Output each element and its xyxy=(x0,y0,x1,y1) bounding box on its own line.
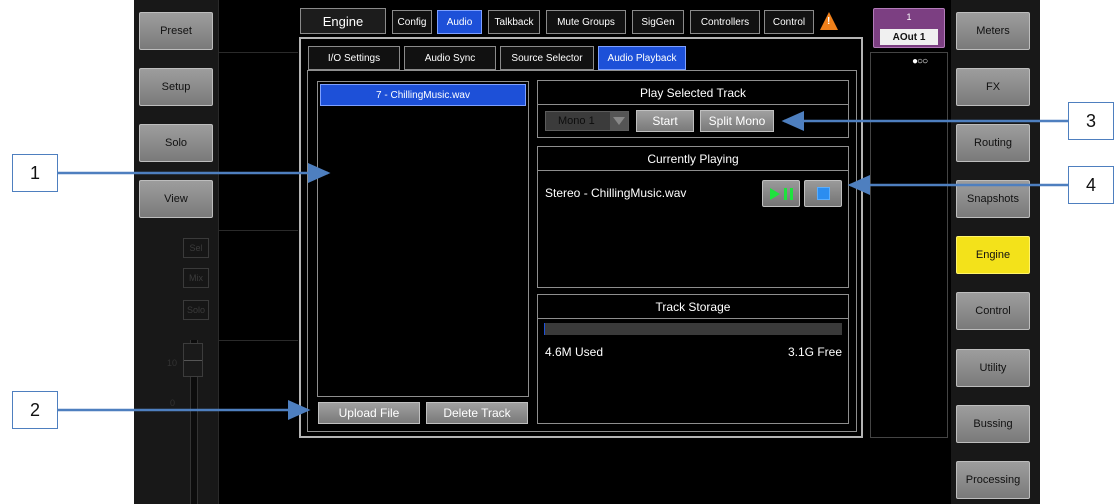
start-button[interactable]: Start xyxy=(636,110,694,132)
solo-button[interactable]: Solo xyxy=(139,124,213,162)
track-storage-heading: Track Storage xyxy=(538,295,848,319)
storage-used-label: 4.6M Used xyxy=(545,345,604,359)
fx-button[interactable]: FX xyxy=(956,68,1030,106)
stop-button[interactable] xyxy=(804,180,842,207)
upload-file-button[interactable]: Upload File xyxy=(318,402,420,424)
callout-label-4: 4 xyxy=(1068,166,1114,204)
strip-solo-button[interactable]: Solo xyxy=(183,300,209,320)
currently-playing-section: Currently Playing xyxy=(537,146,849,288)
callout-label-1: 1 xyxy=(12,154,58,192)
processing-button[interactable]: Processing xyxy=(956,461,1030,499)
split-mono-button[interactable]: Split Mono xyxy=(700,110,774,132)
mode-select[interactable]: Mono 1 xyxy=(545,111,629,131)
stop-icon xyxy=(817,187,830,200)
play-selected-heading: Play Selected Track xyxy=(538,81,848,105)
strip-mix-button[interactable]: Mix xyxy=(183,268,209,288)
strip-sel-button[interactable]: Sel xyxy=(183,238,209,258)
strip-divider xyxy=(218,230,298,231)
fader-scale-label: 0 xyxy=(170,398,176,408)
utility-button[interactable]: Utility xyxy=(956,349,1030,387)
strip-divider xyxy=(218,52,298,53)
tab-controllers[interactable]: Controllers xyxy=(690,10,760,34)
dropdown-arrow-icon[interactable] xyxy=(610,112,628,130)
tab-talkback[interactable]: Talkback xyxy=(488,10,540,34)
subtab-source-selector[interactable]: Source Selector xyxy=(500,46,594,70)
output-number: 1 xyxy=(906,12,912,22)
output-name: AOut 1 xyxy=(880,29,938,45)
play-pause-button[interactable] xyxy=(762,180,800,207)
bussing-button[interactable]: Bussing xyxy=(956,405,1030,443)
warning-icon[interactable]: ! xyxy=(820,12,838,30)
callout-label-2: 2 xyxy=(12,391,58,429)
delete-track-button[interactable]: Delete Track xyxy=(426,402,528,424)
subtab-audio-playback[interactable]: Audio Playback xyxy=(598,46,686,70)
output-selector[interactable]: 1 AOut 1 xyxy=(873,8,945,48)
track-list-item[interactable]: 7 - ChillingMusic.wav xyxy=(320,84,526,106)
fader-scale-label: 10 xyxy=(167,358,178,368)
tab-siggen[interactable]: SigGen xyxy=(632,10,684,34)
strip-divider xyxy=(218,340,298,341)
annotated-screenshot: Preset Setup Solo View Sel Mix Solo 10 0… xyxy=(0,0,1118,504)
engine-button[interactable]: Engine xyxy=(956,236,1030,274)
storage-used-fill xyxy=(544,323,545,335)
subtab-io-settings[interactable]: I/O Settings xyxy=(308,46,400,70)
page-indicator[interactable]: ●○○ xyxy=(912,56,928,67)
tab-config[interactable]: Config xyxy=(392,10,432,34)
channel-fader-cap[interactable] xyxy=(183,343,203,377)
preset-button[interactable]: Preset xyxy=(139,12,213,50)
tab-control[interactable]: Control xyxy=(764,10,814,34)
storage-bar xyxy=(544,323,842,335)
track-list[interactable] xyxy=(317,81,529,397)
strip-divider xyxy=(218,0,219,504)
tab-mute-groups[interactable]: Mute Groups xyxy=(546,10,626,34)
currently-playing-heading: Currently Playing xyxy=(538,147,848,171)
view-button[interactable]: View xyxy=(139,180,213,218)
setup-button[interactable]: Setup xyxy=(139,68,213,106)
meters-button[interactable]: Meters xyxy=(956,12,1030,50)
storage-free-label: 3.1G Free xyxy=(787,345,842,359)
tab-audio[interactable]: Audio xyxy=(437,10,482,34)
right-meter-panel xyxy=(870,52,948,438)
routing-button[interactable]: Routing xyxy=(956,124,1030,162)
now-playing-track: Stereo - ChillingMusic.wav xyxy=(545,186,687,200)
engine-title: Engine xyxy=(300,8,386,34)
track-storage-section: Track Storage xyxy=(537,294,849,424)
warning-glyph: ! xyxy=(827,16,831,27)
control-button[interactable]: Control xyxy=(956,292,1030,330)
subtab-audio-sync[interactable]: Audio Sync xyxy=(404,46,496,70)
callout-label-3: 3 xyxy=(1068,102,1114,140)
mode-select-value: Mono 1 xyxy=(558,115,595,127)
snapshots-button[interactable]: Snapshots xyxy=(956,180,1030,218)
